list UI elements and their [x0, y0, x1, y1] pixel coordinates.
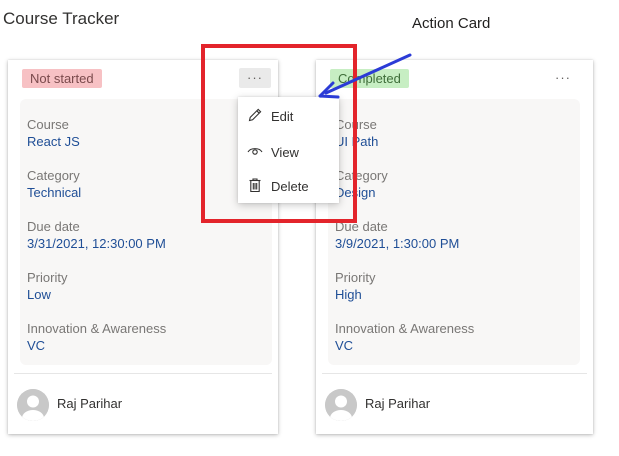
field-label: Due date: [335, 219, 388, 234]
footer-divider: [14, 373, 272, 374]
course-card: Completed ··· Course UI Path Category De…: [316, 60, 593, 434]
menu-item-label: Edit: [271, 109, 294, 124]
field-value: UI Path: [335, 134, 379, 149]
field-value: Design: [335, 185, 376, 200]
field-value: VC: [27, 338, 46, 353]
page-title: Course Tracker: [3, 9, 120, 28]
status-badge: Not started: [22, 69, 102, 88]
field-value: 3/31/2021, 12:30:00 PM: [27, 236, 166, 251]
field-value: React JS: [27, 134, 80, 149]
field-priority: Priority Low: [27, 269, 67, 303]
menu-item-delete[interactable]: Delete: [238, 169, 339, 203]
card-footer: Raj Parihar: [8, 373, 278, 434]
field-label: Innovation & Awareness: [27, 321, 167, 336]
field-value: VC: [335, 338, 354, 353]
card-fields: Course React JS Category Technical Due d…: [20, 99, 272, 365]
field-value: Technical: [27, 185, 82, 200]
field-innovation: Innovation & Awareness VC: [335, 320, 474, 354]
field-innovation: Innovation & Awareness VC: [27, 320, 166, 354]
annotation-label: Action Card: [412, 15, 491, 32]
field-course: Course React JS: [27, 116, 80, 150]
avatar-icon: [325, 389, 357, 421]
eye-icon: [247, 143, 263, 159]
field-due-date: Due date 3/9/2021, 1:30:00 PM: [335, 218, 459, 252]
status-badge: Completed: [330, 69, 409, 88]
more-options-button[interactable]: ···: [547, 68, 579, 88]
trash-icon: [247, 177, 263, 193]
user-name: Raj Parihar: [57, 396, 123, 411]
card-fields: Course UI Path Category Design Due date …: [328, 99, 580, 365]
menu-item-edit[interactable]: Edit: [238, 99, 339, 133]
field-value: Low: [27, 287, 51, 302]
field-label: Course: [335, 117, 377, 132]
avatar-icon: [17, 389, 49, 421]
card-footer: Raj Parihar: [316, 373, 593, 434]
field-label: Innovation & Awareness: [335, 321, 475, 336]
field-due-date: Due date 3/31/2021, 12:30:00 PM: [27, 218, 166, 252]
menu-item-label: Delete: [271, 179, 309, 194]
field-label: Priority: [335, 270, 376, 285]
field-priority: Priority High: [335, 269, 375, 303]
more-options-button[interactable]: ···: [239, 68, 271, 88]
footer-divider: [322, 373, 587, 374]
menu-item-label: View: [271, 145, 299, 160]
field-category: Category Design: [335, 167, 388, 201]
action-menu: Edit View Delete: [238, 97, 339, 203]
user-name: Raj Parihar: [365, 396, 431, 411]
pencil-icon: [247, 107, 263, 123]
menu-item-view[interactable]: View: [238, 135, 339, 169]
field-label: Priority: [27, 270, 68, 285]
field-label: Category: [335, 168, 388, 183]
field-label: Course: [27, 117, 69, 132]
field-label: Due date: [27, 219, 80, 234]
field-category: Category Technical: [27, 167, 81, 201]
field-value: High: [335, 287, 362, 302]
field-label: Category: [27, 168, 80, 183]
field-course: Course UI Path: [335, 116, 378, 150]
field-value: 3/9/2021, 1:30:00 PM: [335, 236, 460, 251]
